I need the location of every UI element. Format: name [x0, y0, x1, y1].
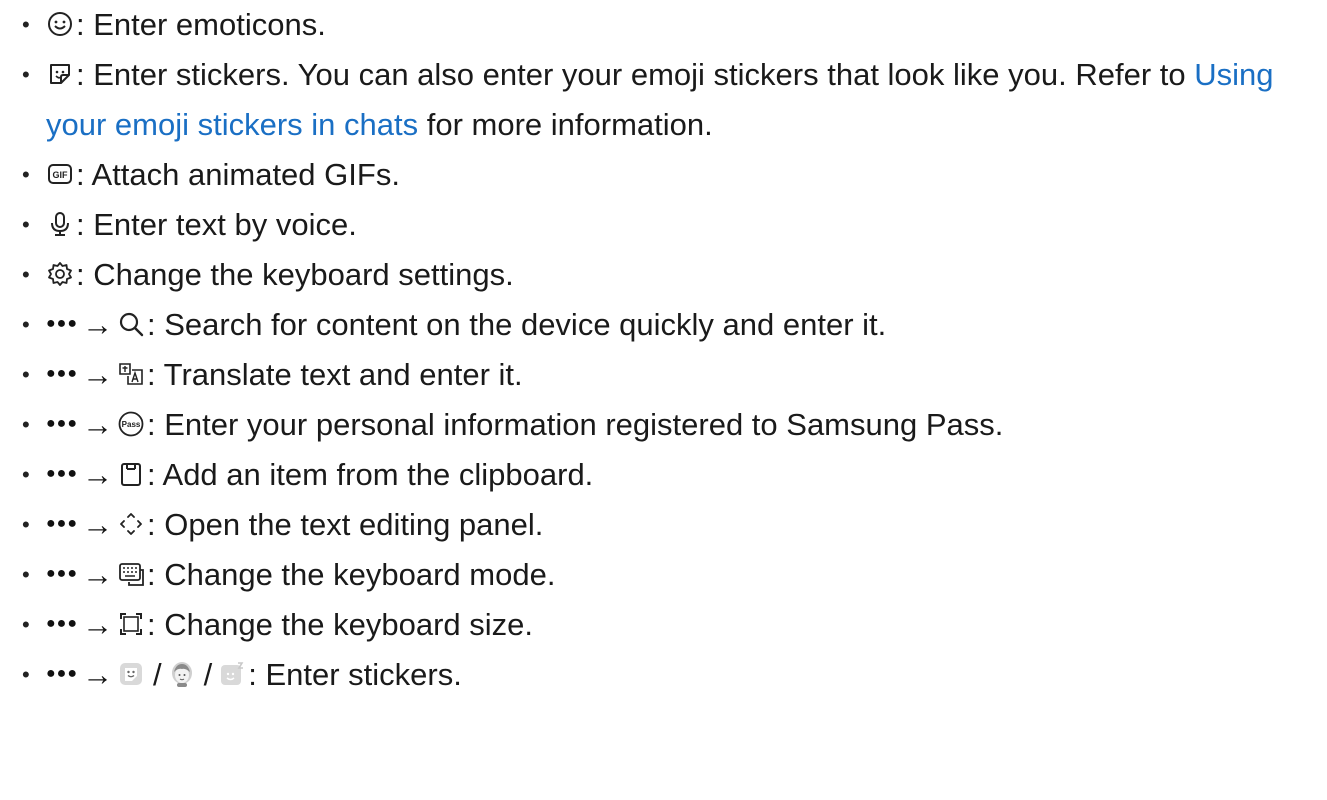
sticker-icon [46, 60, 74, 88]
emoji-sticker-icon [117, 660, 145, 688]
gear-icon [46, 260, 74, 288]
emoticon-icon [46, 10, 74, 38]
bullet: • [22, 512, 30, 537]
item-text: : Enter emoticons. [76, 7, 326, 42]
more-options-icon: ●●● [46, 414, 78, 432]
more-options-icon: ●●● [46, 464, 78, 482]
gif-icon: GIF [46, 160, 74, 188]
item-text: : Change the keyboard size. [147, 607, 534, 642]
animated-sticker-icon [218, 660, 246, 688]
microphone-icon [46, 210, 74, 238]
arrow: → [82, 507, 113, 542]
bullet: • [22, 262, 30, 287]
item-text: : Add an item from the clipboard. [147, 457, 594, 492]
arrow: → [82, 457, 113, 492]
text-editing-icon [117, 510, 145, 538]
clipboard-icon [117, 460, 145, 488]
more-options-icon: ●●● [46, 364, 78, 382]
arrow: → [82, 557, 113, 592]
svg-text:GIF: GIF [53, 170, 69, 180]
item-text: : Search for content on the device quick… [147, 307, 887, 342]
more-options-icon: ●●● [46, 514, 78, 532]
bullet: • [22, 612, 30, 637]
bullet: • [22, 662, 30, 687]
arrow: → [82, 657, 113, 692]
bullet: • [22, 212, 30, 237]
translate-icon [117, 360, 145, 388]
item-text: : Attach animated GIFs. [76, 157, 400, 192]
more-options-icon: ●●● [46, 614, 78, 632]
item-text: : Translate text and enter it. [147, 357, 523, 392]
bullet: • [22, 312, 30, 337]
bullet: • [22, 162, 30, 187]
item-text: : Enter stickers. [248, 657, 462, 692]
item-text: : Enter stickers. You can also enter you… [76, 57, 1195, 92]
keyboard-size-icon [117, 610, 145, 638]
item-text: : Open the text editing panel. [147, 507, 544, 542]
search-icon [117, 310, 145, 338]
more-options-icon: ●●● [46, 664, 78, 682]
more-options-icon: ●●● [46, 314, 78, 332]
arrow: → [82, 357, 113, 392]
bullet: • [22, 362, 30, 387]
arrow: → [82, 407, 113, 442]
keyboard-mode-icon [117, 560, 145, 588]
arrow: → [82, 607, 113, 642]
separator: / [153, 657, 162, 692]
svg-text:Pass: Pass [122, 420, 141, 429]
avatar-sticker-icon [168, 660, 196, 688]
item-text: : Change the keyboard settings. [76, 257, 514, 292]
arrow: → [82, 307, 113, 342]
item-text: : Change the keyboard mode. [147, 557, 556, 592]
more-options-icon: ●●● [46, 564, 78, 582]
bullet: • [22, 62, 30, 87]
item-text: for more information. [418, 107, 713, 142]
separator: / [203, 657, 213, 692]
item-text: : Enter your personal information regist… [147, 407, 1004, 442]
samsung-pass-icon: Pass [117, 410, 145, 438]
list-item: • : Enter stickers. You can also enter y… [0, 50, 1327, 150]
bullet: • [22, 562, 30, 587]
bullet: • [22, 462, 30, 487]
bullet: • [22, 12, 30, 37]
bullet: • [22, 412, 30, 437]
item-text: : Enter text by voice. [76, 207, 357, 242]
